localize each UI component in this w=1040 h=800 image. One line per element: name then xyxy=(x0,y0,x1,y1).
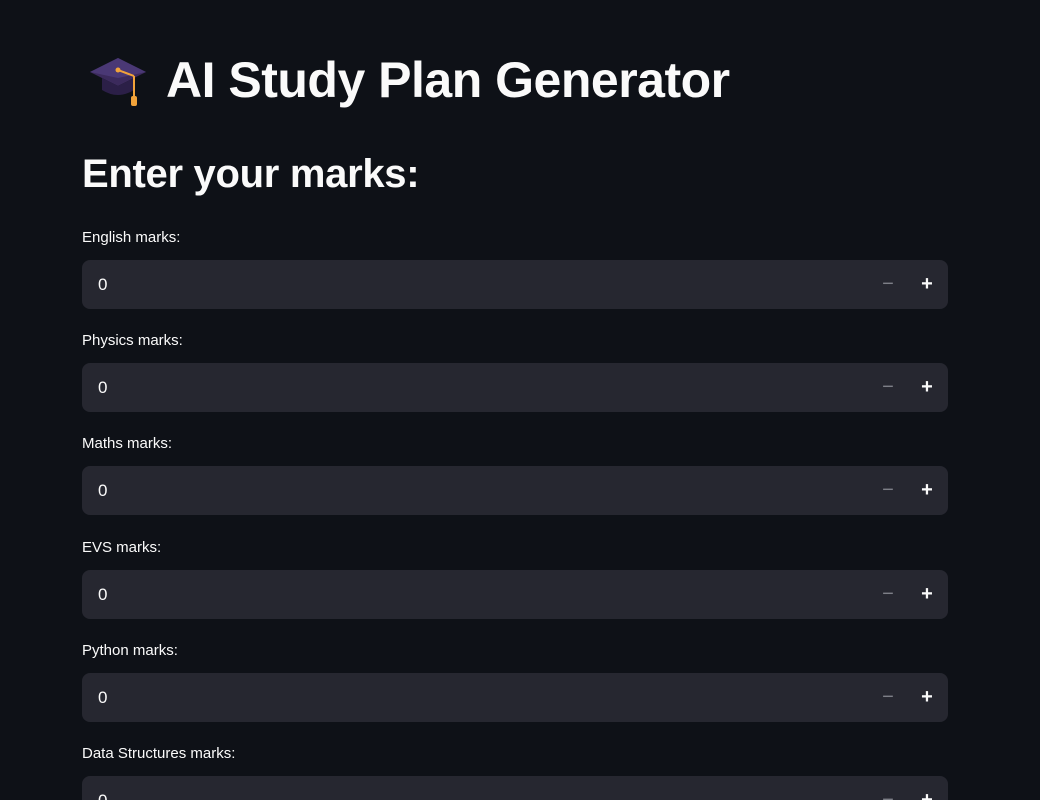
page-title: AI Study Plan Generator xyxy=(166,52,730,108)
field-label: English marks: xyxy=(82,229,181,246)
field-label: EVS marks: xyxy=(82,539,162,556)
decrement-button[interactable]: − xyxy=(869,466,907,515)
field-label: Physics marks: xyxy=(82,332,183,349)
python-marks-input[interactable]: 0 − + xyxy=(82,673,948,722)
physics-marks-field: Physics marks: 0 − + xyxy=(82,329,948,412)
increment-button[interactable]: + xyxy=(908,260,946,309)
english-marks-input[interactable]: 0 − + xyxy=(82,260,948,309)
decrement-button[interactable]: − xyxy=(869,260,907,309)
increment-button[interactable]: + xyxy=(908,466,946,515)
number-value[interactable]: 0 xyxy=(98,570,107,619)
english-marks-field: English marks: 0 − + xyxy=(82,226,948,309)
number-value[interactable]: 0 xyxy=(98,776,107,800)
python-marks-field: Python marks: 0 − + xyxy=(82,639,948,722)
field-label: Maths marks: xyxy=(82,435,173,452)
decrement-button[interactable]: − xyxy=(869,363,907,412)
graduation-cap-icon xyxy=(90,58,146,106)
decrement-button[interactable]: − xyxy=(869,570,907,619)
title-row: AI Study Plan Generator xyxy=(88,48,730,112)
increment-button[interactable]: + xyxy=(908,363,946,412)
increment-button[interactable]: + xyxy=(908,673,946,722)
marks-heading: Enter your marks: xyxy=(82,152,420,196)
increment-button[interactable]: + xyxy=(908,570,946,619)
number-value[interactable]: 0 xyxy=(98,363,107,412)
maths-marks-field: Maths marks: 0 − + xyxy=(82,432,948,515)
field-label: Python marks: xyxy=(82,642,178,659)
evs-marks-field: EVS marks: 0 − + xyxy=(82,536,948,619)
data-structures-marks-input[interactable]: 0 − + xyxy=(82,776,948,800)
number-value[interactable]: 0 xyxy=(98,260,107,309)
physics-marks-input[interactable]: 0 − + xyxy=(82,363,948,412)
evs-marks-input[interactable]: 0 − + xyxy=(82,570,948,619)
decrement-button[interactable]: − xyxy=(869,673,907,722)
maths-marks-input[interactable]: 0 − + xyxy=(82,466,948,515)
increment-button[interactable]: + xyxy=(908,776,946,800)
number-value[interactable]: 0 xyxy=(98,673,107,722)
field-label: Data Structures marks: xyxy=(82,745,236,762)
decrement-button[interactable]: − xyxy=(869,776,907,800)
number-value[interactable]: 0 xyxy=(98,466,107,515)
app-page: AI Study Plan Generator Enter your marks… xyxy=(0,0,1040,800)
data-structures-marks-field: Data Structures marks: 0 − + xyxy=(82,742,948,800)
